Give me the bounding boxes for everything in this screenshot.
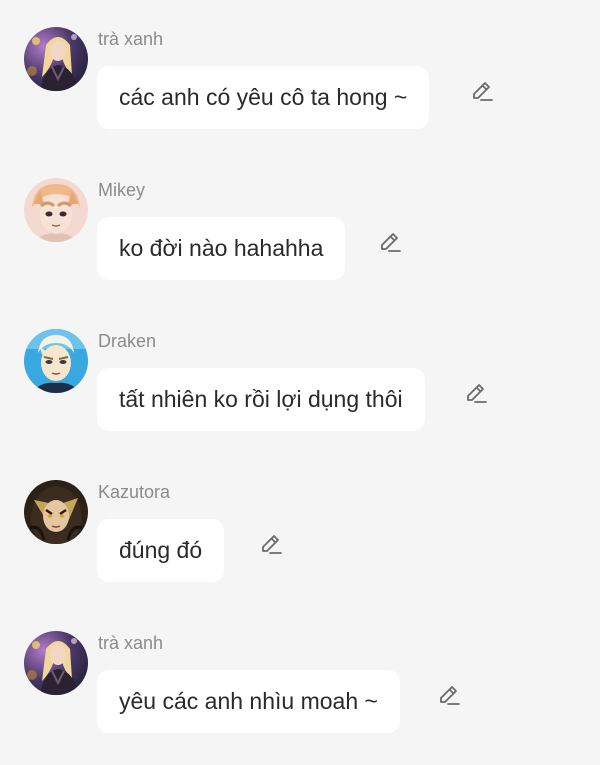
blonde-woman-avatar-icon[interactable] <box>24 27 88 91</box>
chat-message-list: trà xanh các anh có yêu cô ta hong ~ Mik… <box>0 0 600 765</box>
sender-name: Mikey <box>98 180 146 200</box>
draken-avatar-icon[interactable] <box>24 329 88 393</box>
message-bubble[interactable]: tất nhiên ko rồi lợi dụng thôi <box>97 368 425 431</box>
pencil-edit-icon[interactable] <box>436 683 462 709</box>
pencil-edit-icon[interactable] <box>463 381 489 407</box>
kazutora-avatar-icon[interactable] <box>24 480 88 544</box>
message-item: Kazutora đúng đó <box>0 453 600 582</box>
message-item: trà xanh yêu các anh nhìu moah ~ <box>0 604 600 733</box>
message-bubble[interactable]: ko đời nào hahahha <box>97 217 346 280</box>
sender-name: trà xanh <box>98 633 164 653</box>
message-bubble[interactable]: yêu các anh nhìu moah ~ <box>97 670 400 733</box>
sender-name: trà xanh <box>98 29 164 49</box>
sender-name: Kazutora <box>98 482 171 502</box>
message-item: Draken tất nhiên ko rồi lợi dụng thôi <box>0 302 600 431</box>
blonde-woman-avatar-icon[interactable] <box>24 631 88 695</box>
message-bubble[interactable]: các anh có yêu cô ta hong ~ <box>97 66 430 129</box>
message-item: trà xanh các anh có yêu cô ta hong ~ <box>0 0 600 129</box>
mikey-avatar-icon[interactable] <box>24 178 88 242</box>
pencil-edit-icon[interactable] <box>258 532 284 558</box>
pencil-edit-icon[interactable] <box>469 79 495 105</box>
sender-name: Draken <box>98 331 157 351</box>
message-item: Mikey ko đời nào hahahha <box>0 151 600 280</box>
message-bubble[interactable]: đúng đó <box>97 519 225 582</box>
pencil-edit-icon[interactable] <box>377 230 403 256</box>
